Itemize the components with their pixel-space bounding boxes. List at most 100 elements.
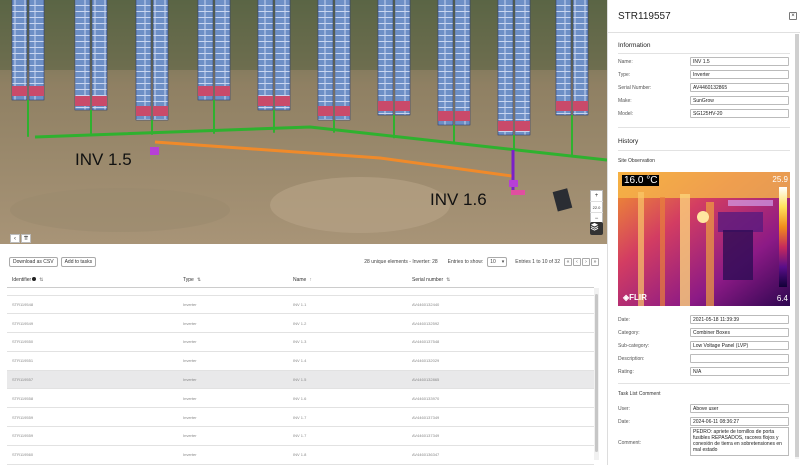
sort-icon: ⇅ <box>196 276 202 283</box>
name-label: Name: <box>618 59 633 65</box>
aerial-map-image: INV 1.5 INV 1.6 <box>0 0 607 244</box>
expand-button[interactable]: ⇈ <box>21 234 31 243</box>
cell-serial-number: AV4460132440 <box>412 301 440 307</box>
cell-serial-number: AV4460132865 <box>412 377 440 383</box>
next-page-button[interactable]: › <box>582 258 590 266</box>
column-identifier[interactable]: Identifier ⇅ <box>7 273 178 287</box>
layers-button[interactable] <box>590 222 603 235</box>
comment-label: Comment: <box>618 440 642 446</box>
history-heading: History <box>618 138 639 145</box>
table-scrollbar-thumb[interactable] <box>595 294 598 452</box>
solar-panel-row <box>257 0 274 111</box>
solar-panel-row <box>28 0 45 101</box>
user-field[interactable]: Above user <box>690 404 789 413</box>
add-to-tasks-button[interactable]: Add to tasks <box>60 257 97 267</box>
combiner-box-marker <box>198 86 213 96</box>
cell-type: Inverter <box>183 339 197 345</box>
first-page-button[interactable]: « <box>564 258 572 266</box>
cell-identifier: STR119548 <box>12 301 34 307</box>
entries-label: Entries to show: <box>447 259 484 265</box>
cell-name: INV 1.7 <box>293 433 307 439</box>
sort-asc-icon: ↑ <box>309 276 312 283</box>
entries-range: Entries 1 to 10 of 32 <box>515 259 560 265</box>
rating-field[interactable]: N/A <box>690 367 789 376</box>
panel-scrollbar-thumb[interactable] <box>795 34 799 457</box>
download-csv-button[interactable]: Download as CSV <box>9 257 58 267</box>
table-row[interactable]: STR119559 Inverter INV 1.7 AV4460137349 <box>7 408 594 427</box>
type-label: Type: <box>618 72 631 78</box>
inverter-marker-1-6[interactable] <box>509 180 518 187</box>
combiner-box-marker <box>75 96 90 106</box>
table-row[interactable]: STR119558 Inverter INV 1.6 AV4460133970 <box>7 389 594 408</box>
model-field[interactable]: SG125HV-20 <box>690 109 789 118</box>
combiner-box-marker <box>29 86 44 96</box>
map-view[interactable]: INV 1.5 INV 1.6 + 22.0 − ‹ ⇈ <box>0 0 607 244</box>
prev-page-button[interactable]: ‹ <box>573 258 581 266</box>
cell-type: Inverter <box>183 320 197 326</box>
table-row[interactable]: STR119548 Inverter INV 1.1 AV4460132440 <box>7 295 594 314</box>
table-spacer-row <box>7 287 594 295</box>
collapse-button[interactable]: ‹ <box>10 234 20 243</box>
combiner-box-marker <box>153 106 168 116</box>
table-row[interactable]: STR119559 Inverter INV 1.7 AV4460137349 <box>7 427 594 446</box>
information-heading: Information <box>618 42 651 49</box>
elements-table-section: Download as CSV Add to tasks 28 unique e… <box>0 244 607 465</box>
table-row[interactable]: STR119550 Inverter INV 1.3 AV4460137548 <box>7 333 594 352</box>
solar-panel-row <box>317 0 334 121</box>
cell-type: Inverter <box>183 452 197 458</box>
category-field[interactable]: Combiner Boxes <box>690 328 789 337</box>
combiner-box-marker <box>335 106 350 116</box>
cell-serial-number: AV4460137349 <box>412 433 440 439</box>
table-row[interactable]: STR119560 Inverter INV 1.8 AV4460136347 <box>7 445 594 465</box>
thermal-image[interactable]: 16.0 °C 25.9 6.4 ◈FLIR <box>618 172 790 306</box>
table-header: Identifier ⇅ Type ⇅ Name ↑ Serial number ⇅ <box>7 273 594 287</box>
combiner-box-marker <box>258 96 273 106</box>
subcategory-field[interactable]: Low Voltage Panel (LVP) <box>690 341 789 350</box>
site-observation-heading: Site Observation <box>618 158 655 164</box>
type-field[interactable]: Inverter <box>690 70 789 79</box>
cell-serial-number: AV4460132592 <box>412 320 440 326</box>
sort-icon: ⇅ <box>39 276 44 283</box>
column-serial-number[interactable]: Serial number ⇅ <box>407 273 594 287</box>
task-date-label: Date: <box>618 419 630 425</box>
entries-select[interactable]: 10 ▾ <box>487 257 508 267</box>
cell-name: INV 1.8 <box>293 452 307 458</box>
detail-panel: STR119557 × Information Name: INV 1.5 Ty… <box>607 0 800 465</box>
cell-identifier: STR119558 <box>12 395 34 401</box>
elements-summary: 28 unique elements - Inverter: 28 <box>364 259 438 265</box>
solar-panel-row <box>274 0 291 111</box>
serial-field[interactable]: AV4460132865 <box>690 83 789 92</box>
table-row[interactable]: STR119557 Inverter INV 1.5 AV4460132865 <box>7 370 594 389</box>
elements-table: Identifier ⇅ Type ⇅ Name ↑ Serial number ⇅ S… <box>7 273 594 465</box>
table-row[interactable]: STR119551 Inverter INV 1.4 AV4460132029 <box>7 351 594 371</box>
task-date-field[interactable]: 2024-06-11 08:36:27 <box>690 417 789 426</box>
rating-label: Rating: <box>618 369 634 375</box>
comment-field[interactable]: PEDRO: apriete de tornillos de porta fus… <box>690 427 789 456</box>
map-label-inv-1-6: INV 1.6 <box>430 190 487 209</box>
close-panel-button[interactable]: × <box>789 12 797 20</box>
description-field[interactable] <box>690 354 789 363</box>
table-row[interactable]: STR119549 Inverter INV 1.2 AV4460132592 <box>7 314 594 333</box>
layers-icon <box>590 222 599 231</box>
column-type[interactable]: Type ⇅ <box>178 273 288 287</box>
combiner-box-marker <box>573 101 588 111</box>
cell-name: INV 1.5 <box>293 377 307 383</box>
solar-panel-row <box>454 0 471 126</box>
last-page-button[interactable]: » <box>591 258 599 266</box>
obs-date-field[interactable]: 2021-05-18 11:39:39 <box>690 315 789 324</box>
task-comment-heading: Task List Comment <box>618 391 661 397</box>
make-field[interactable]: SunGrow <box>690 96 789 105</box>
column-name[interactable]: Name ↑ <box>288 273 407 287</box>
inverter-marker-1-5[interactable] <box>150 147 159 155</box>
combiner-box-marker <box>136 106 151 116</box>
panel-scrollbar[interactable] <box>795 34 799 459</box>
cell-name: INV 1.2 <box>293 320 307 326</box>
map-label-inv-1-5: INV 1.5 <box>75 150 132 169</box>
solar-panel-row <box>555 0 572 116</box>
cell-type: Inverter <box>183 301 197 307</box>
name-field[interactable]: INV 1.5 <box>690 57 789 66</box>
table-scrollbar[interactable] <box>594 288 599 460</box>
solar-panel-row <box>135 0 152 121</box>
cell-name: INV 1.1 <box>293 301 307 307</box>
zoom-in-button[interactable]: + <box>590 191 603 202</box>
